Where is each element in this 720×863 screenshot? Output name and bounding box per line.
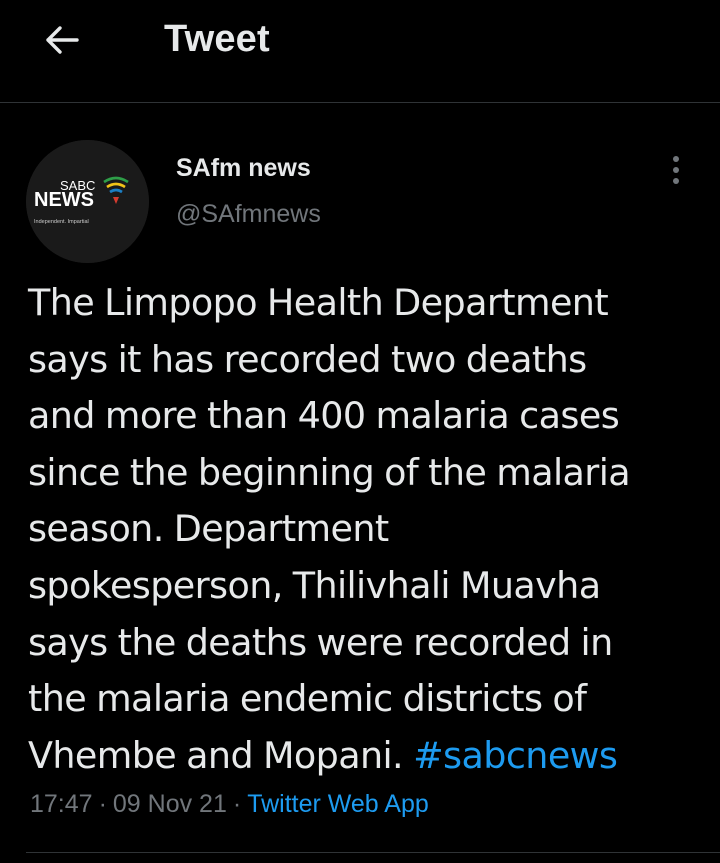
tweet-date: 09 Nov 21 <box>112 790 227 818</box>
logo-tagline-text: Independent. Impartial <box>34 219 89 225</box>
top-bar: Tweet <box>0 0 720 103</box>
author-handle[interactable]: @SAfmnews <box>176 200 321 229</box>
tweet-last-line: Vhembe and Mopani. #sabcnews <box>28 728 708 785</box>
tweet-line: says it has recorded two deaths <box>28 337 587 381</box>
more-options-button[interactable] <box>660 150 692 190</box>
more-vertical-icon <box>673 156 679 162</box>
page-title: Tweet <box>164 18 270 60</box>
arrow-left-icon <box>44 24 80 61</box>
tweet-line: the malaria endemic districts of <box>28 677 587 721</box>
meta-separator: · <box>98 790 107 818</box>
source-link[interactable]: Twitter Web App <box>247 790 429 818</box>
author-display-name[interactable]: SAfm news <box>176 154 311 183</box>
tweet-line: and more than 400 malaria cases <box>28 394 620 438</box>
tweet-line: says the deaths were recorded in <box>28 620 613 664</box>
tweet-meta: 17:47 · 09 Nov 21 · Twitter Web App <box>30 790 429 819</box>
back-button[interactable] <box>38 20 86 64</box>
sabc-news-logo: SABC NEWS Independent. Impartial <box>26 140 149 263</box>
divider <box>26 852 720 853</box>
tweet-line: Vhembe and Mopani. <box>28 733 404 777</box>
tweet-line: The Limpopo Health Department <box>28 281 609 324</box>
tweet-author: SABC NEWS Independent. Impartial SAfm ne… <box>0 130 720 263</box>
tweet-line: since the beginning of the malaria <box>28 450 631 494</box>
tweet-line: season. Department <box>28 507 389 551</box>
logo-main-text: NEWS <box>34 189 94 211</box>
tweet-text: The Limpopo Health Department says it ha… <box>28 275 708 784</box>
hashtag-link[interactable]: #sabcnews <box>413 734 618 777</box>
tweet-time: 17:47 <box>30 790 93 818</box>
avatar[interactable]: SABC NEWS Independent. Impartial <box>26 140 149 263</box>
tweet-line: spokesperson, Thilivhali Muavha <box>28 563 601 607</box>
meta-separator: · <box>232 790 242 818</box>
